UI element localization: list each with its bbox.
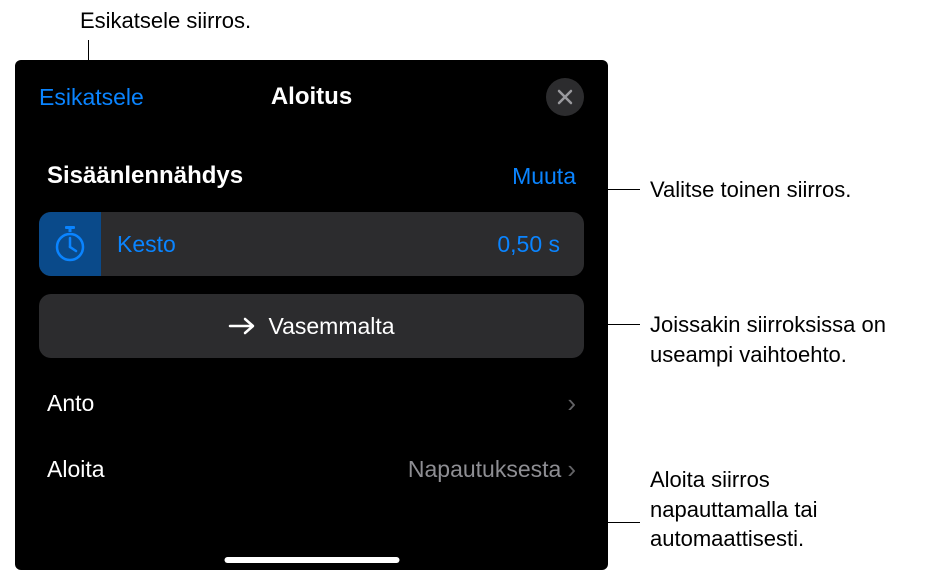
delivery-row[interactable]: Anto › bbox=[15, 372, 608, 434]
start-value: Napautuksesta bbox=[408, 456, 561, 483]
callout-line bbox=[572, 522, 640, 523]
change-button[interactable]: Muuta bbox=[512, 163, 576, 190]
close-button[interactable] bbox=[546, 78, 584, 116]
callout-change: Valitse toinen siirros. bbox=[650, 175, 851, 205]
callout-line bbox=[594, 324, 640, 325]
panel-title: Aloitus bbox=[271, 83, 352, 111]
panel-header: Esikatsele Aloitus bbox=[15, 60, 608, 132]
duration-row[interactable]: Kesto 0,50 s bbox=[39, 212, 584, 276]
build-in-panel: Esikatsele Aloitus Sisäänlennähdys Muuta… bbox=[15, 60, 608, 570]
close-icon bbox=[556, 88, 574, 106]
start-row[interactable]: Aloita Napautuksesta › bbox=[15, 438, 608, 500]
duration-label: Kesto bbox=[101, 231, 497, 258]
chevron-right-icon: › bbox=[567, 388, 576, 419]
callout-preview: Esikatsele siirros. bbox=[80, 8, 251, 34]
start-label: Aloita bbox=[47, 456, 105, 483]
callout-direction: Joissakin siirroksissa on useampi vaihto… bbox=[650, 310, 910, 369]
duration-value: 0,50 s bbox=[497, 231, 584, 258]
direction-row[interactable]: Vasemmalta bbox=[39, 294, 584, 358]
effect-name: Sisäänlennähdys bbox=[47, 162, 243, 190]
section-header: Sisäänlennähdys Muuta bbox=[15, 132, 608, 204]
chevron-right-icon: › bbox=[567, 454, 576, 485]
callout-line bbox=[548, 189, 640, 190]
preview-button[interactable]: Esikatsele bbox=[39, 84, 144, 111]
timer-icon-box bbox=[39, 212, 101, 276]
arrow-right-icon bbox=[228, 316, 256, 336]
stopwatch-icon bbox=[54, 226, 86, 262]
home-indicator[interactable] bbox=[224, 557, 399, 563]
direction-label: Vasemmalta bbox=[268, 313, 394, 340]
delivery-label: Anto bbox=[47, 390, 94, 417]
callout-start: Aloita siirros napauttamalla tai automaa… bbox=[650, 465, 910, 554]
